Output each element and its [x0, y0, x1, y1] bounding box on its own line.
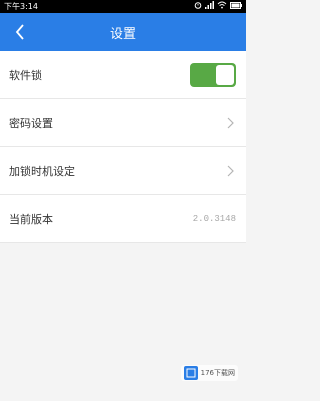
password-label: 密码设置	[9, 116, 53, 130]
app-lock-toggle[interactable]	[190, 62, 236, 87]
status-time: 下午3:14	[4, 2, 38, 11]
version-label: 当前版本	[9, 212, 53, 226]
watermark-text: 176下载网	[200, 369, 235, 377]
page-title: 设置	[109, 26, 136, 42]
status-bar: 下午3:14	[0, 0, 246, 13]
back-button[interactable]	[8, 20, 32, 44]
app-lock-label: 软件锁	[9, 68, 42, 82]
chevron-right-icon	[224, 115, 236, 131]
chevron-right-icon	[224, 163, 236, 179]
signal-icon	[205, 0, 214, 13]
version-value: 2.0.3148	[192, 213, 236, 224]
setting-version: 当前版本 2.0.3148	[0, 195, 246, 243]
setting-password[interactable]: 密码设置	[0, 99, 246, 147]
chevron-left-icon	[15, 24, 24, 40]
app-header: 设置	[0, 13, 246, 51]
settings-list: 软件锁 密码设置 加锁时机设定 当前版本 2.0.3148	[0, 51, 246, 243]
setting-app-lock: 软件锁	[0, 51, 246, 99]
watermark-logo-icon	[183, 366, 198, 380]
setting-lock-time[interactable]: 加锁时机设定	[0, 147, 246, 195]
alarm-icon	[194, 0, 202, 13]
status-icons	[194, 0, 242, 13]
watermark: 176下载网	[180, 365, 238, 381]
toggle-knob	[216, 64, 234, 85]
lock-time-label: 加锁时机设定	[9, 164, 75, 178]
battery-icon	[230, 0, 242, 13]
wifi-icon	[217, 0, 227, 13]
